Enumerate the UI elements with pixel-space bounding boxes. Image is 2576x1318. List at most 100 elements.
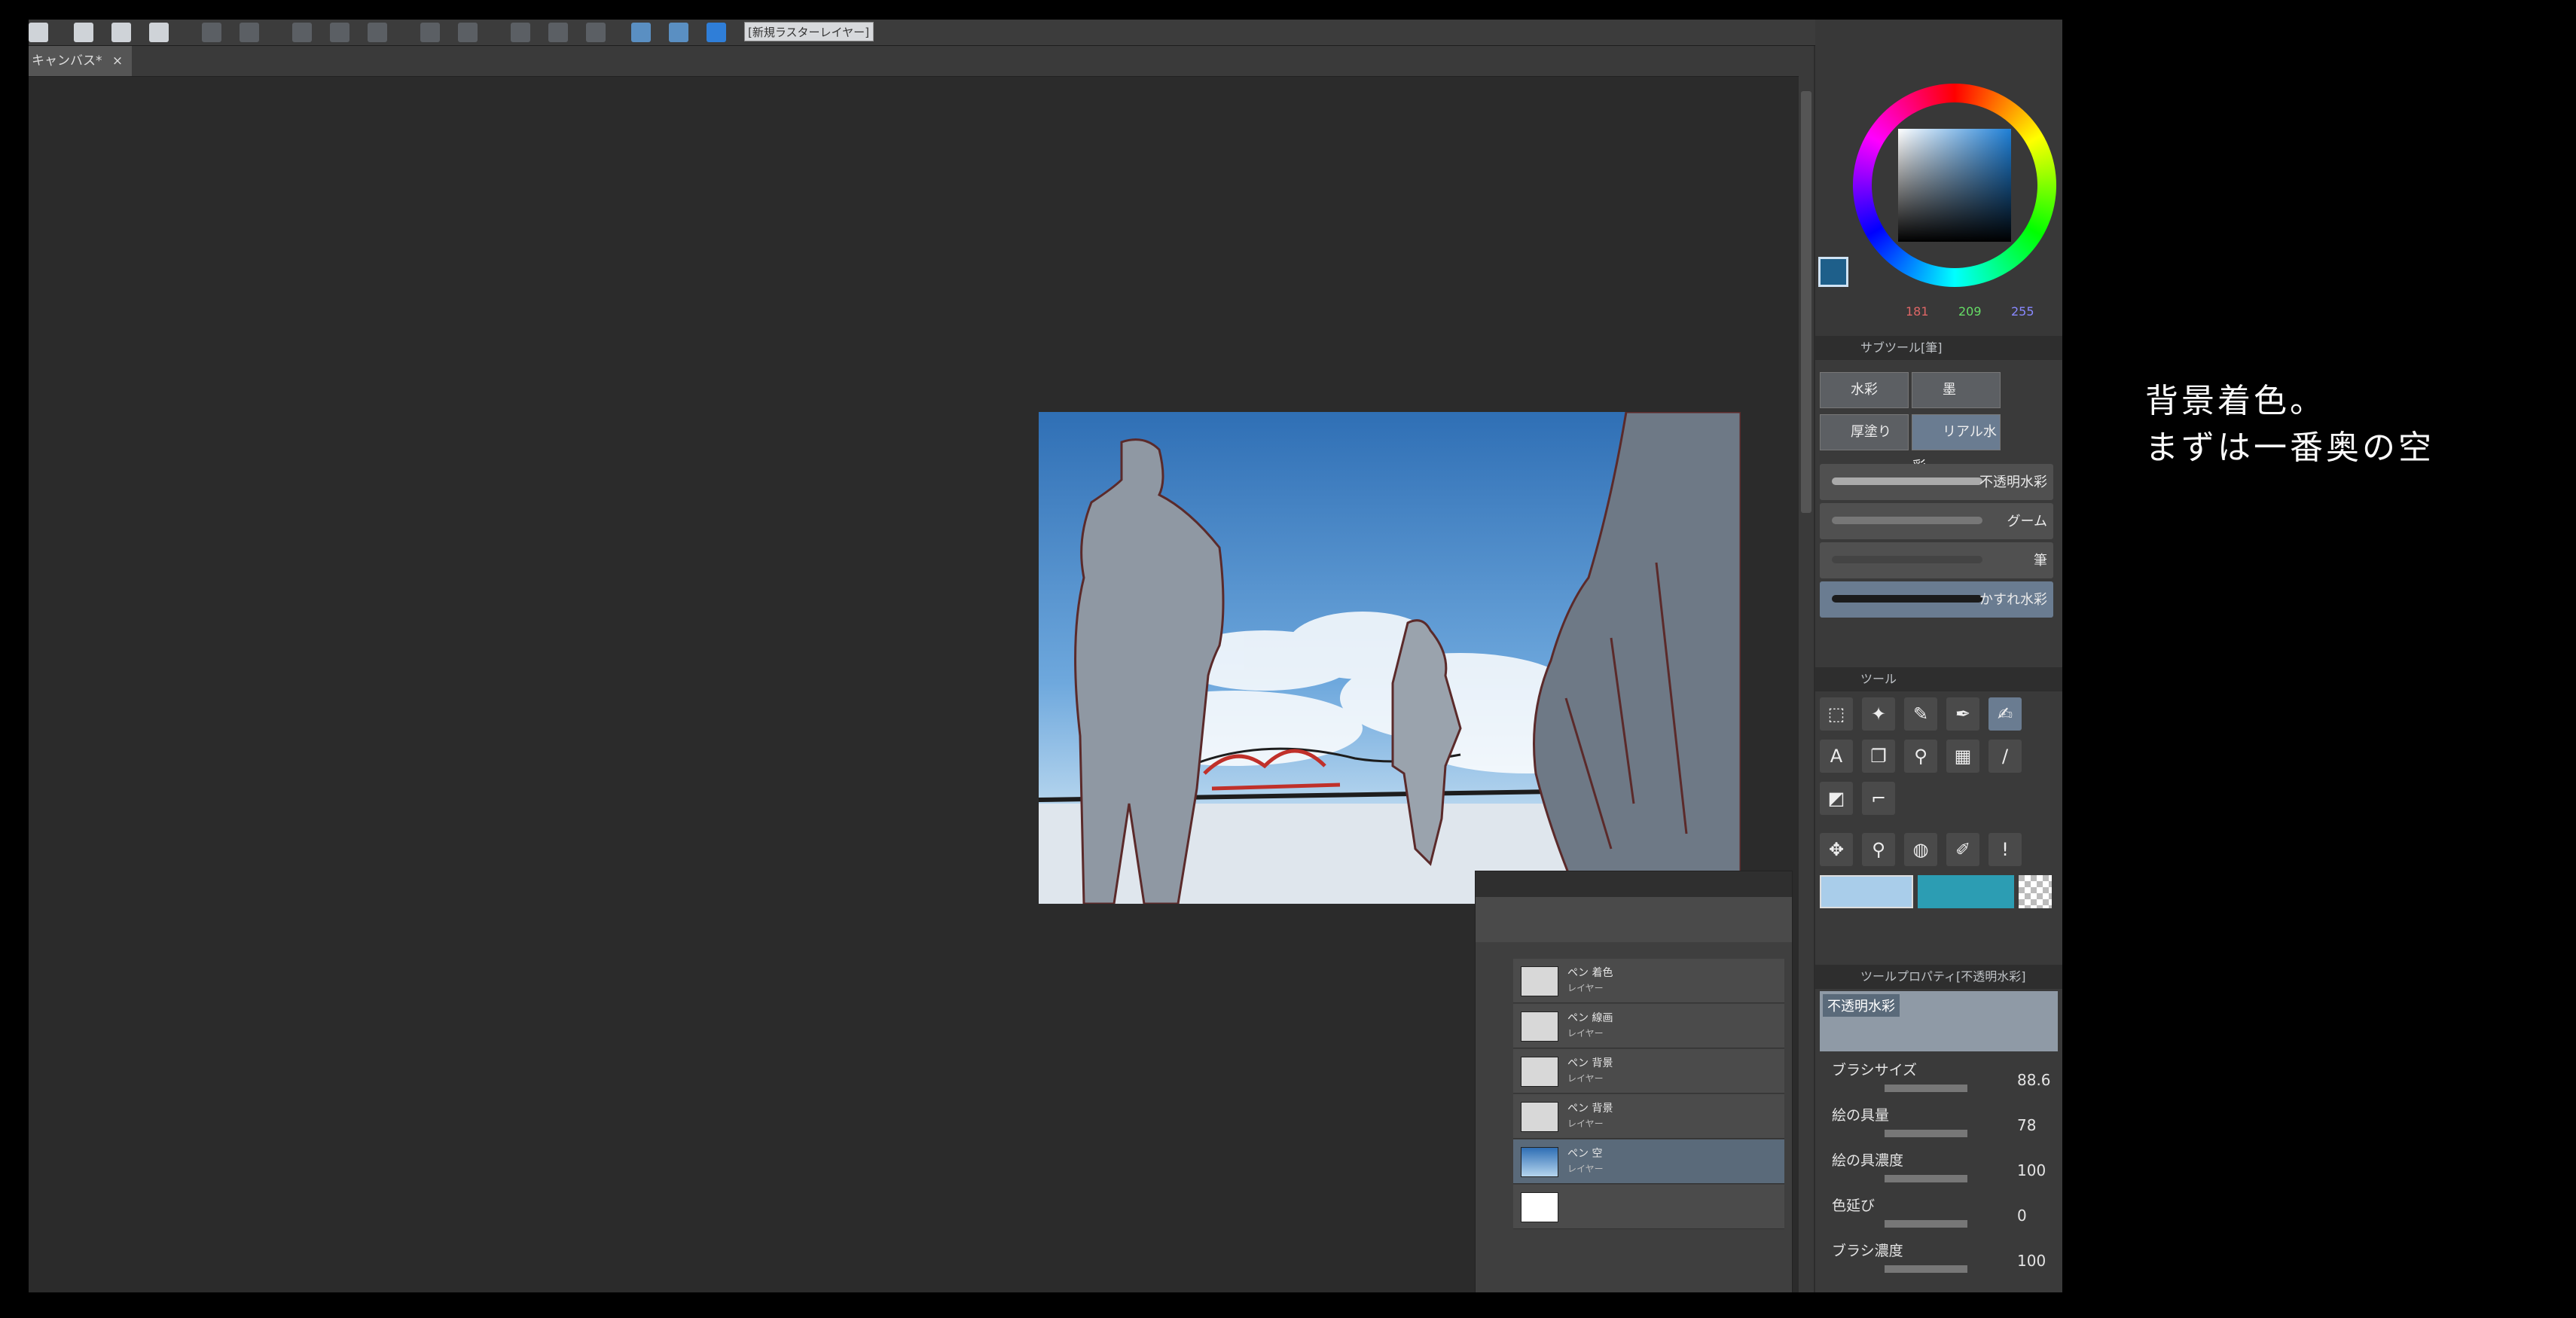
- property-brush-size[interactable]: ブラシサイズ 88.6: [1826, 1059, 2059, 1103]
- transform-icon[interactable]: [511, 23, 530, 42]
- fill-icon[interactable]: [458, 23, 478, 42]
- balloon-tool-icon[interactable]: ❐: [1862, 740, 1895, 773]
- special-ruler-icon[interactable]: [669, 23, 688, 42]
- layer-row[interactable]: ペン 線画 レイヤー: [1513, 1004, 1784, 1048]
- property-label: ブラシサイズ: [1832, 1062, 1918, 1079]
- blue-value: 255: [2011, 304, 2034, 319]
- tab-canvas-label: キャンバス*: [32, 53, 102, 69]
- auto-select-tool-icon[interactable]: ✦: [1862, 697, 1895, 731]
- eraser-tool-icon[interactable]: !: [1988, 833, 2022, 866]
- redo-icon[interactable]: [240, 23, 259, 42]
- sub-color-swatch[interactable]: [1820, 875, 1913, 908]
- layer-panel-header[interactable]: [1476, 871, 1792, 897]
- saturation-value-square[interactable]: [1898, 129, 2011, 242]
- fill-tool-icon[interactable]: ◍: [1904, 833, 1937, 866]
- magnifier-tool-icon[interactable]: ⚲: [1862, 833, 1895, 866]
- brush-name: 不透明水彩: [1979, 474, 2047, 490]
- gradient-tool-icon[interactable]: ◩: [1820, 782, 1853, 815]
- brush-item[interactable]: グーム: [1820, 503, 2053, 539]
- transparent-color-chip[interactable]: [2019, 875, 2052, 908]
- tool-property-title-text: ツールプロパティ[不透明水彩]: [1860, 969, 2026, 984]
- brush-preview-name: 不透明水彩: [1823, 994, 1900, 1017]
- ruler-tool-icon[interactable]: ⌐: [1862, 782, 1895, 815]
- property-paint-density[interactable]: 絵の具濃度 100: [1826, 1149, 2059, 1193]
- property-color-stretch[interactable]: 色延び 0: [1826, 1194, 2059, 1238]
- zoom-tool-icon[interactable]: ⚲: [1904, 740, 1937, 773]
- subtool-panel-title[interactable]: サブツール[筆]: [1815, 336, 2062, 360]
- layer-thumbnail: [1521, 1057, 1558, 1087]
- subtool-tab[interactable]: 水彩: [1820, 372, 1909, 408]
- property-slider[interactable]: [1885, 1265, 1967, 1273]
- brush-stroke-preview: [1832, 477, 1982, 485]
- property-value: 88.6: [2017, 1071, 2051, 1089]
- deselect-icon[interactable]: [548, 23, 568, 42]
- layer-thumbnail: [1521, 1102, 1558, 1132]
- brush-item[interactable]: 筆: [1820, 542, 2053, 578]
- layer-opacity-bar[interactable]: [1476, 897, 1792, 942]
- crop-icon[interactable]: [586, 23, 606, 42]
- property-paint-amount[interactable]: 絵の具量 78: [1826, 1104, 2059, 1148]
- layer-mode: レイヤー: [1567, 1028, 1604, 1039]
- selection-tool-icon[interactable]: ⬚: [1820, 697, 1853, 731]
- brush-item-selected[interactable]: かすれ水彩: [1820, 581, 2053, 618]
- property-label: ブラシ濃度: [1832, 1243, 1903, 1259]
- correction-tool-icon[interactable]: /: [1988, 740, 2022, 773]
- layer-name: ペン 空: [1567, 1148, 1603, 1160]
- brush-name: 筆: [2034, 553, 2047, 569]
- layer-row[interactable]: ペン 背景 レイヤー: [1513, 1094, 1784, 1139]
- clear-icon[interactable]: [420, 23, 440, 42]
- artwork-canvas[interactable]: [1039, 412, 1741, 904]
- close-icon[interactable]: ×: [112, 53, 123, 69]
- eyedropper-tool-icon[interactable]: ✎: [1904, 697, 1937, 731]
- brush-tool-icon[interactable]: ✍: [1988, 697, 2022, 731]
- layer-row[interactable]: [1513, 1185, 1784, 1229]
- ruler-snap-icon[interactable]: [631, 23, 651, 42]
- brush-name: グーム: [2007, 514, 2047, 529]
- tab-canvas[interactable]: キャンバス* ×: [29, 46, 133, 76]
- canvas-tab-bar: キャンバス* ×: [29, 46, 1799, 77]
- caption-line: 背景着色。: [2145, 382, 2326, 420]
- tool-panel-title[interactable]: ツール: [1815, 667, 2062, 691]
- property-slider[interactable]: [1885, 1130, 1967, 1137]
- move-tool-icon[interactable]: ✥: [1820, 833, 1853, 866]
- cut-icon[interactable]: [292, 23, 312, 42]
- undo-icon[interactable]: [202, 23, 221, 42]
- pen-tool-icon[interactable]: ✒: [1946, 697, 1979, 731]
- layer-panel: ペン 着色 レイヤー ペン 線画 レイヤー ペン 背景 レイヤー ペン 背景 レ…: [1475, 871, 1793, 1292]
- brush-item[interactable]: 不透明水彩: [1820, 464, 2053, 500]
- layer-row-selected[interactable]: ペン 空 レイヤー: [1513, 1140, 1784, 1184]
- tool-property-title[interactable]: ツールプロパティ[不透明水彩]: [1815, 965, 2062, 989]
- brush-stroke-preview: [1832, 595, 1982, 603]
- property-slider[interactable]: [1885, 1175, 1967, 1182]
- paste-icon[interactable]: [368, 23, 387, 42]
- new-file-icon[interactable]: [74, 23, 93, 42]
- main-color-swatch[interactable]: [1818, 257, 1848, 287]
- subtool-tab[interactable]: 墨: [1912, 372, 2001, 408]
- blend-tool-icon[interactable]: ✐: [1946, 833, 1979, 866]
- property-value: 100: [2017, 1161, 2046, 1179]
- caption-line: まずは一番奥の空: [2145, 429, 2434, 467]
- layer-row[interactable]: ペン 背景 レイヤー: [1513, 1049, 1784, 1094]
- subtool-tab-selected[interactable]: リアル水彩: [1912, 414, 2001, 474]
- save-file-icon[interactable]: [149, 23, 169, 42]
- scrollbar-thumb[interactable]: [1801, 91, 1811, 513]
- layer-mode: レイヤー: [1567, 1164, 1604, 1174]
- workspace-scrollbar[interactable]: [1799, 46, 1814, 1292]
- property-slider[interactable]: [1885, 1085, 1967, 1092]
- subtool-tab[interactable]: 厚塗り: [1820, 414, 1909, 450]
- brush-preview: 不透明水彩: [1820, 991, 2058, 1051]
- open-file-icon[interactable]: [111, 23, 131, 42]
- text-tool-icon[interactable]: A: [1820, 740, 1853, 773]
- red-value: 181: [1906, 304, 1929, 319]
- copy-icon[interactable]: [330, 23, 349, 42]
- property-brush-density[interactable]: ブラシ濃度 100: [1826, 1240, 2059, 1283]
- property-slider[interactable]: [1885, 1220, 1967, 1228]
- grid-snap-icon[interactable]: [707, 23, 726, 42]
- main-color-chip[interactable]: [1918, 875, 2014, 908]
- tool-panel-title-text: ツール: [1860, 672, 1897, 686]
- frame-tool-icon[interactable]: ▦: [1946, 740, 1979, 773]
- layer-name-field[interactable]: [新規ラスターレイヤー]: [744, 22, 874, 41]
- layer-row[interactable]: ペン 着色 レイヤー: [1513, 959, 1784, 1003]
- app-menu-icon[interactable]: [29, 23, 48, 42]
- layer-mode: レイヤー: [1567, 1118, 1604, 1129]
